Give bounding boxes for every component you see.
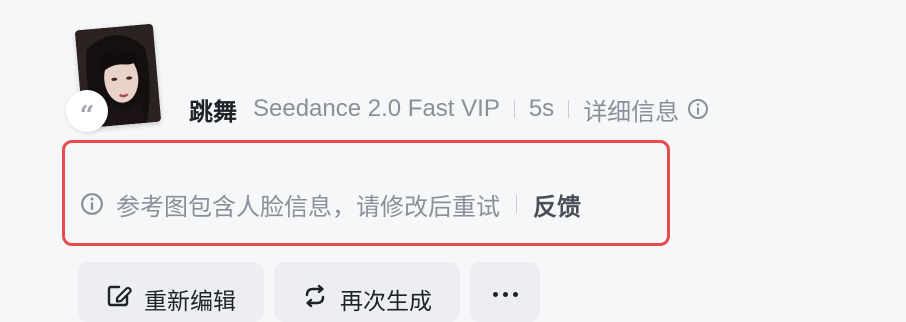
refresh-icon bbox=[302, 284, 328, 308]
re-edit-button[interactable]: 重新编辑 bbox=[78, 262, 264, 322]
ellipsis-icon bbox=[492, 292, 518, 297]
info-icon bbox=[80, 192, 104, 216]
feedback-link[interactable]: 反馈 bbox=[533, 187, 581, 222]
duration-label: 5s bbox=[528, 95, 555, 122]
edit-icon bbox=[106, 284, 132, 308]
info-icon bbox=[687, 98, 709, 120]
error-message: 参考图包含人脸信息，请修改后重试 bbox=[116, 193, 500, 221]
details-link[interactable]: 详细信息 bbox=[583, 92, 709, 127]
regenerate-label: 再次生成 bbox=[340, 288, 432, 314]
quote-icon: “ bbox=[66, 90, 108, 132]
divider bbox=[568, 100, 570, 118]
regenerate-button[interactable]: 再次生成 bbox=[274, 262, 460, 322]
more-options-button[interactable] bbox=[470, 262, 540, 322]
divider bbox=[513, 100, 515, 118]
prompt-title: 跳舞 bbox=[189, 98, 237, 126]
details-label: 详细信息 bbox=[583, 98, 680, 126]
model-name: Seedance 2.0 Fast VIP bbox=[253, 95, 500, 122]
divider bbox=[516, 195, 517, 213]
generation-meta-row: 跳舞 Seedance 2.0 Fast VIP 5s 详细信息 bbox=[189, 90, 709, 128]
re-edit-label: 重新编辑 bbox=[144, 288, 236, 314]
error-notice: 参考图包含人脸信息，请修改后重试 反馈 bbox=[80, 186, 581, 222]
